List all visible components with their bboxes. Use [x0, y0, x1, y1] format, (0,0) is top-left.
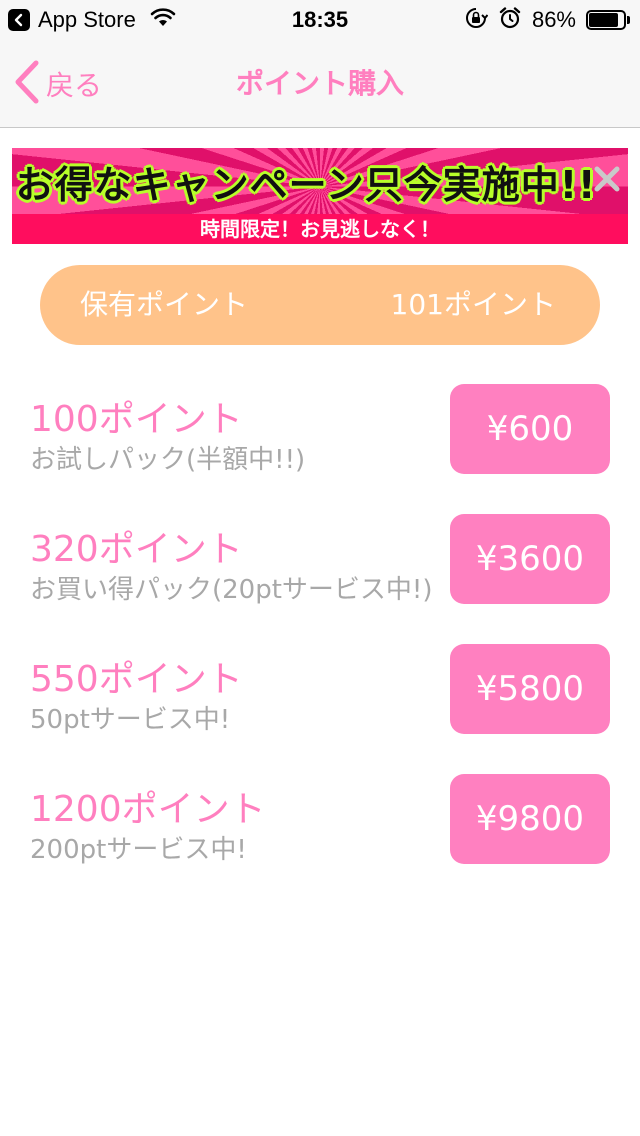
alarm-icon	[498, 6, 522, 34]
points-balance: 保有ポイント 101ポイント	[40, 265, 600, 345]
product-row: 320ポイント お買い得パック(20ptサービス中!) ¥3600	[0, 514, 640, 644]
product-row: 100ポイント お試しパック(半額中!!) ¥600	[0, 384, 640, 514]
buy-button[interactable]: ¥5800	[450, 644, 610, 734]
product-name: 550ポイント	[30, 659, 243, 700]
points-label: 保有ポイント	[80, 288, 249, 321]
status-bar: App Store 18:35 86%	[0, 0, 640, 40]
status-right: 86%	[464, 0, 630, 40]
product-row: 1200ポイント 200ptサービス中! ¥9800	[0, 774, 640, 904]
product-name: 1200ポイント	[30, 789, 266, 830]
product-name: 100ポイント	[30, 399, 243, 440]
buy-button[interactable]: ¥600	[450, 384, 610, 474]
campaign-banner[interactable]: お得なキャンペーン只今実施中!! 時間限定！お見逃しなく！	[12, 148, 628, 244]
banner-headline: お得なキャンペーン只今実施中!!	[15, 163, 597, 207]
battery-icon	[586, 10, 630, 30]
product-row: 550ポイント 50ptサービス中! ¥5800	[0, 644, 640, 774]
product-description: お試しパック(半額中!!)	[30, 445, 306, 475]
product-description: 200ptサービス中!	[30, 835, 247, 865]
orientation-lock-icon	[464, 6, 489, 34]
points-value: 101ポイント	[390, 288, 556, 321]
buy-button[interactable]: ¥3600	[450, 514, 610, 604]
product-description: 50ptサービス中!	[30, 705, 231, 735]
close-icon[interactable]	[592, 164, 622, 194]
nav-bar: 戻る ポイント購入	[0, 40, 640, 128]
page-title: ポイント購入	[235, 67, 404, 100]
banner-subline: 時間限定！お見逃しなく！	[200, 217, 440, 241]
buy-button[interactable]: ¥9800	[450, 774, 610, 864]
product-name: 320ポイント	[30, 529, 243, 570]
product-description: お買い得パック(20ptサービス中!)	[30, 575, 433, 605]
battery-percent: 86%	[531, 7, 576, 32]
